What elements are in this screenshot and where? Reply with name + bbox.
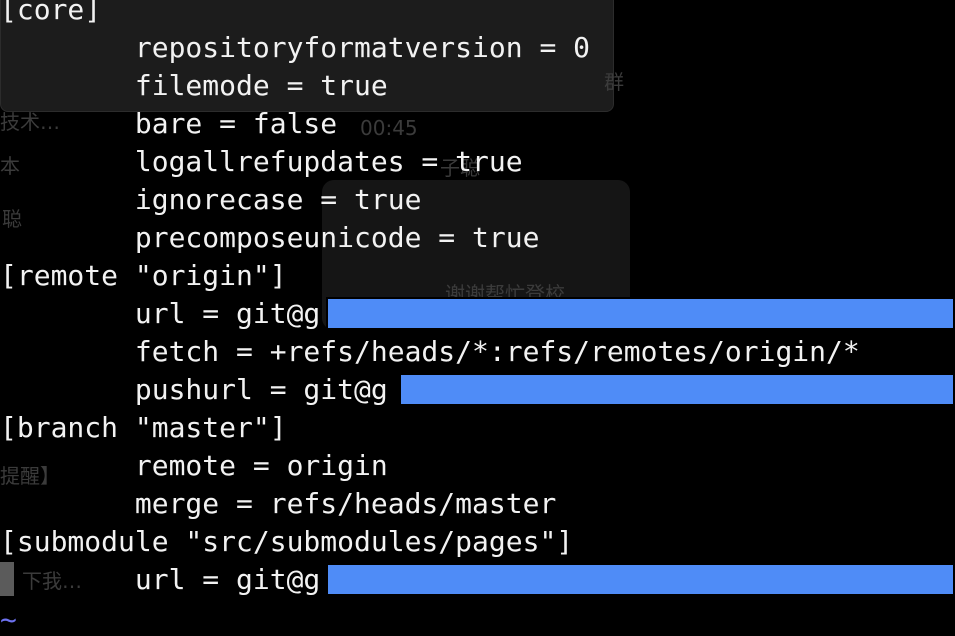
config-line: ignorecase = true <box>0 183 422 216</box>
config-line-fetch: fetch = +refs/heads/*:refs/remotes/origi… <box>0 335 860 368</box>
config-line: logallrefupdates = true <box>0 145 523 178</box>
redaction-bar <box>326 563 955 596</box>
config-line: repositoryformatversion = 0 <box>0 31 591 64</box>
config-section-remote: [remote "origin"] <box>0 259 287 292</box>
empty-line-marker: ~ <box>0 603 17 636</box>
config-line: bare = false <box>0 107 338 140</box>
config-line: filemode = true <box>0 69 388 102</box>
config-section-submodule: [submodule "src/submodules/pages"] <box>0 525 574 558</box>
config-line-submodule-url: url = git@g <box>0 563 321 596</box>
config-section-core: [core] <box>0 0 102 26</box>
config-line: remote = origin <box>0 449 388 482</box>
redaction-bar <box>326 297 955 330</box>
config-line: precomposeunicode = true <box>0 221 540 254</box>
redaction-bar <box>399 373 955 406</box>
config-line-url: url = git@g <box>0 297 321 330</box>
config-section-branch: [branch "master"] <box>0 411 287 444</box>
config-line-pushurl: pushurl = git@g <box>0 373 388 406</box>
terminal-window[interactable]: [core] repositoryformatversion = 0 filem… <box>0 0 955 635</box>
config-line: merge = refs/heads/master <box>0 487 557 520</box>
